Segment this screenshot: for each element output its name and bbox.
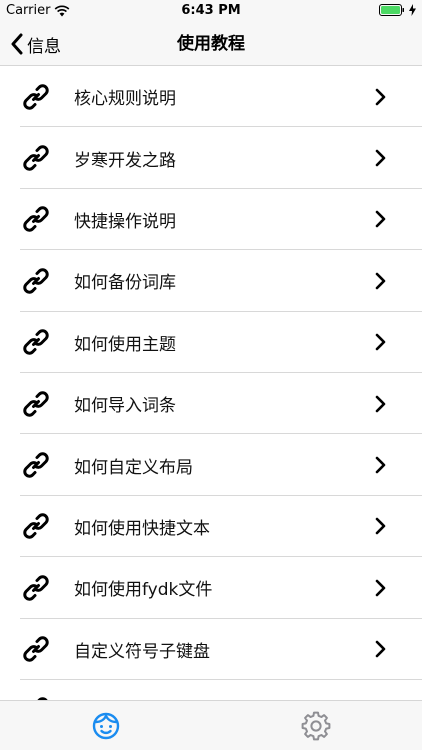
- link-icon: [23, 513, 49, 540]
- chevron-right-icon: [375, 640, 386, 658]
- chevron-right-icon: [375, 518, 386, 535]
- link-icon: [23, 575, 49, 601]
- page-title: 使用教程: [177, 34, 245, 54]
- chevron-right-icon: [375, 272, 386, 290]
- navigation-bar: 信息 使用教程: [0, 22, 422, 66]
- list-item-label: 如何自定义布局: [74, 457, 193, 478]
- list-item[interactable]: 岁寒开发之路: [0, 127, 422, 190]
- link-icon: [23, 329, 49, 355]
- chevron-right-icon: [375, 456, 386, 474]
- status-bar: Carrier 6:43 PM: [0, 0, 422, 22]
- link-icon: [23, 83, 49, 110]
- tab-info[interactable]: [76, 701, 136, 750]
- chevron-right-icon: [375, 395, 386, 412]
- chevron-right-icon: [375, 211, 386, 228]
- chevron-right-icon: [375, 88, 386, 105]
- status-time: 6:43 PM: [181, 3, 241, 18]
- list-item[interactable]: 如何备份词库: [0, 250, 422, 312]
- tab-bar: [0, 700, 422, 750]
- chevron-right-icon: [375, 149, 386, 167]
- list-item[interactable]: 如何自定义布局: [0, 434, 422, 497]
- link-icon: [23, 390, 49, 417]
- list-item-label: 自定义符号子键盘: [74, 641, 210, 662]
- list-item-label: 如何使用主题: [74, 334, 176, 355]
- list-item[interactable]: 快捷操作说明: [0, 189, 422, 251]
- link-icon: [23, 636, 49, 662]
- tutorial-list: 核心规则说明 岁寒开发之路 快捷操作说明 如何备份词库 如何使用主题 如何导入词…: [0, 66, 422, 700]
- link-icon: [23, 145, 49, 171]
- list-item[interactable]: 如何使用快捷文本: [0, 496, 422, 558]
- list-item[interactable]: 如何使用主题: [0, 312, 422, 374]
- list-item-label: 快捷操作说明: [74, 211, 176, 232]
- list-item-label: 如何使用快捷文本: [74, 518, 210, 539]
- chevron-right-icon: [375, 333, 386, 351]
- status-right: [379, 4, 416, 16]
- list-item[interactable]: 核心规则说明: [0, 66, 422, 128]
- chevron-right-icon: [375, 579, 386, 597]
- list-item-label: 岁寒开发之路: [74, 150, 176, 171]
- link-icon: [23, 452, 49, 478]
- charging-icon: [409, 4, 416, 16]
- link-icon: [23, 268, 49, 294]
- list-item[interactable]: 如何导入词条: [0, 373, 422, 435]
- list-item-label: 如何使用fydk文件: [74, 580, 213, 601]
- list-item-label: 核心规则说明: [74, 89, 176, 110]
- list-item[interactable]: 如何使用fydk文件: [0, 557, 422, 619]
- link-icon: [23, 206, 49, 233]
- list-item[interactable]: [0, 680, 422, 700]
- gear-icon: [301, 711, 331, 741]
- list-item[interactable]: 自定义符号子键盘: [0, 619, 422, 681]
- list-item-label: 如何导入词条: [74, 396, 176, 417]
- battery-icon: [379, 4, 404, 16]
- list-item-label: 如何备份词库: [74, 273, 176, 294]
- face-icon: [92, 712, 120, 740]
- tab-settings[interactable]: [286, 701, 346, 750]
